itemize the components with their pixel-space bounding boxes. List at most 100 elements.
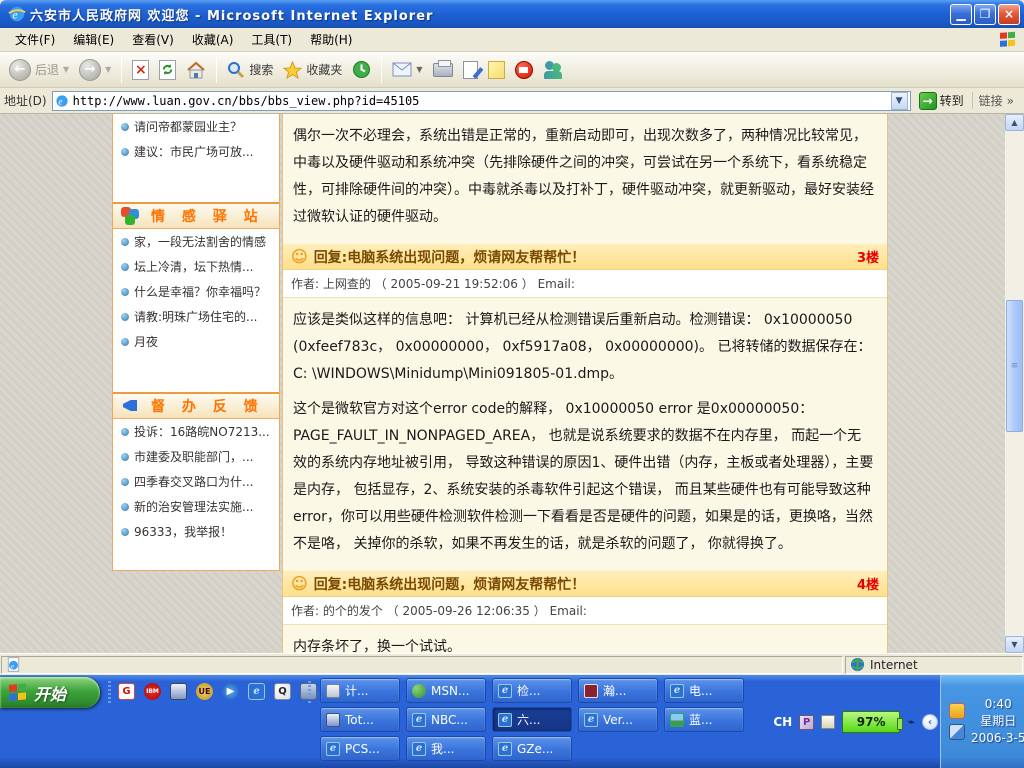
bullet-icon xyxy=(121,263,129,271)
stop-button[interactable]: × xyxy=(127,58,154,82)
edit-button[interactable] xyxy=(458,59,483,81)
scroll-down-icon[interactable]: ▼ xyxy=(1005,636,1024,653)
task-button-area: 计... MSN... e检... 瀚... e电... Tot... eNBC… xyxy=(320,678,744,761)
print-button[interactable] xyxy=(428,61,458,79)
taskbar: 开始 G IBM UE ▶ e Q 计... MSN... e检... 瀚...… xyxy=(0,675,1024,768)
sidebar-link[interactable]: 请教:明珠广场住宅的... xyxy=(113,304,279,329)
start-button[interactable]: 开始 xyxy=(0,677,100,708)
sidebar-link[interactable]: 请问帝都蒙园业主？ xyxy=(113,114,279,139)
qq-tray-icon[interactable] xyxy=(949,703,965,719)
ime-icon[interactable]: P xyxy=(799,715,814,730)
sidebar-link-label: 新的治安管理法实施... xyxy=(134,498,253,515)
note-icon xyxy=(488,61,505,79)
scrollbar-thumb[interactable]: ≡ xyxy=(1006,300,1023,432)
mail-button[interactable]: ▼ xyxy=(387,60,427,79)
ie-icon: e xyxy=(8,5,26,23)
search-button[interactable]: 搜索 xyxy=(222,59,278,81)
history-button[interactable] xyxy=(347,58,376,81)
menu-edit[interactable]: 编辑(E) xyxy=(64,28,123,51)
hide-icons-chevron[interactable]: ‹ xyxy=(922,714,938,730)
battery-indicator[interactable]: 97% xyxy=(842,711,900,733)
discuss-button[interactable] xyxy=(483,59,510,81)
maximize-button[interactable]: ❐ xyxy=(974,4,996,25)
home-button[interactable] xyxy=(181,59,211,81)
sidebar-link[interactable]: 什么是幸福？你幸福吗？ xyxy=(113,279,279,304)
minimize-button[interactable]: ▁ xyxy=(950,4,972,25)
task-button-active-luan[interactable]: e六... xyxy=(492,707,572,732)
home-icon xyxy=(186,61,206,79)
keyboard-icon[interactable] xyxy=(821,715,835,729)
close-button[interactable]: × xyxy=(998,4,1020,25)
menu-help[interactable]: 帮助(H) xyxy=(301,28,361,51)
back-button[interactable]: ← 后退 ▼ xyxy=(4,57,74,83)
task-button-ie[interactable]: ePCS... xyxy=(320,736,400,761)
sidebar-link[interactable]: 新的治安管理法实施... xyxy=(113,494,279,519)
ultraedit-icon[interactable]: UE xyxy=(196,683,213,700)
search-label: 搜索 xyxy=(249,61,273,78)
status-pane: e xyxy=(1,656,843,674)
stop-badge-icon[interactable]: IBM xyxy=(144,683,161,700)
favorites-button[interactable]: 收藏夹 xyxy=(278,59,347,81)
vertical-scrollbar[interactable]: ▲ ≡ ▼ xyxy=(1005,114,1024,653)
sidebar-link[interactable]: 四季春交叉路口为什... xyxy=(113,469,279,494)
task-button-ie[interactable]: e检... xyxy=(492,678,572,703)
drive-icon[interactable] xyxy=(170,683,187,700)
menu-tools[interactable]: 工具(T) xyxy=(242,28,301,51)
menu-view[interactable]: 查看(V) xyxy=(123,28,183,51)
go-arrow-icon: → xyxy=(919,92,937,110)
task-button-msn[interactable]: MSN... xyxy=(406,678,486,703)
power-plug-icon[interactable]: ⌁ xyxy=(907,715,915,730)
task-button-ie[interactable]: e电... xyxy=(664,678,744,703)
task-button-ie[interactable]: e我... xyxy=(406,736,486,761)
search-icon xyxy=(227,61,245,79)
sidebar-link[interactable]: 市建委及职能部门，... xyxy=(113,444,279,469)
ie-icon: e xyxy=(670,684,684,698)
address-bar: 地址(D) e ▼ → 转到 链接 » xyxy=(0,88,1024,114)
sidebar-link[interactable]: 建议：市民广场可放... xyxy=(113,139,279,164)
clock-area[interactable]: 0:40 星期日 2006-3-5 xyxy=(940,675,1024,768)
forward-dropdown-icon[interactable]: ▼ xyxy=(105,65,111,74)
menu-file[interactable]: 文件(F) xyxy=(6,28,64,51)
post-title: 回复:电脑系统出现问题，烦请网友帮帮忙！ xyxy=(314,574,851,594)
task-button-ie[interactable]: eVer... xyxy=(578,707,658,732)
language-indicator[interactable]: CH xyxy=(773,715,792,729)
messenger-button[interactable] xyxy=(538,59,568,81)
post-paragraph: 内存条坏了，换一个试试。 xyxy=(293,634,875,653)
back-dropdown-icon[interactable]: ▼ xyxy=(63,65,69,74)
address-input[interactable] xyxy=(73,94,891,108)
scroll-up-icon[interactable]: ▲ xyxy=(1005,114,1024,131)
sidebar-link[interactable]: 投诉：16路皖NO7213... xyxy=(113,419,279,444)
sidebar-link[interactable]: 家，一段无法割舍的情感 xyxy=(113,229,279,254)
task-button-computer[interactable]: 计... xyxy=(320,678,400,703)
network-tray-icon[interactable] xyxy=(949,724,965,740)
mail-dropdown-icon[interactable]: ▼ xyxy=(416,65,422,74)
forward-button[interactable]: → ▼ xyxy=(74,57,116,83)
sidebar-link[interactable]: 96333，我举报！ xyxy=(113,519,279,544)
sidebar-link[interactable]: 月夜 xyxy=(113,329,279,354)
task-row: ePCS... e我... eGZe... xyxy=(320,736,744,761)
links-button[interactable]: 链接 » xyxy=(972,92,1020,109)
sidebar-link[interactable]: 坛上冷清，坛下热情... xyxy=(113,254,279,279)
task-button-ie[interactable]: eGZe... xyxy=(492,736,572,761)
refresh-button[interactable] xyxy=(154,58,181,82)
download-tool-button[interactable] xyxy=(510,59,538,81)
task-button-image[interactable]: 蓝... xyxy=(664,707,744,732)
toolbar-separator xyxy=(381,57,382,83)
ie-quicklaunch-icon[interactable]: e xyxy=(248,683,265,700)
smiley-icon: ☺ xyxy=(291,576,308,592)
browser-viewport: 请问帝都蒙园业主？ 建议：市民广场可放... 情 感 驿 站 家，一段无法割舍的… xyxy=(0,114,1024,653)
bullet-icon xyxy=(121,428,129,436)
svg-text:e: e xyxy=(58,96,62,106)
address-input-box: e ▼ xyxy=(52,91,911,111)
media-player-icon[interactable]: ▶ xyxy=(222,683,239,700)
address-dropdown-icon[interactable]: ▼ xyxy=(891,92,908,110)
task-button-totalcmd[interactable]: Tot... xyxy=(320,707,400,732)
ie-icon: e xyxy=(412,742,426,756)
menu-favorites[interactable]: 收藏(A) xyxy=(183,28,243,51)
task-button-ie[interactable]: eNBC... xyxy=(406,707,486,732)
task-button-window[interactable]: 瀚... xyxy=(578,678,658,703)
go-button[interactable]: → 转到 xyxy=(916,92,967,110)
msn-icon xyxy=(412,684,426,698)
gougou-icon[interactable]: G xyxy=(118,683,135,700)
qq-icon[interactable]: Q xyxy=(274,683,291,700)
